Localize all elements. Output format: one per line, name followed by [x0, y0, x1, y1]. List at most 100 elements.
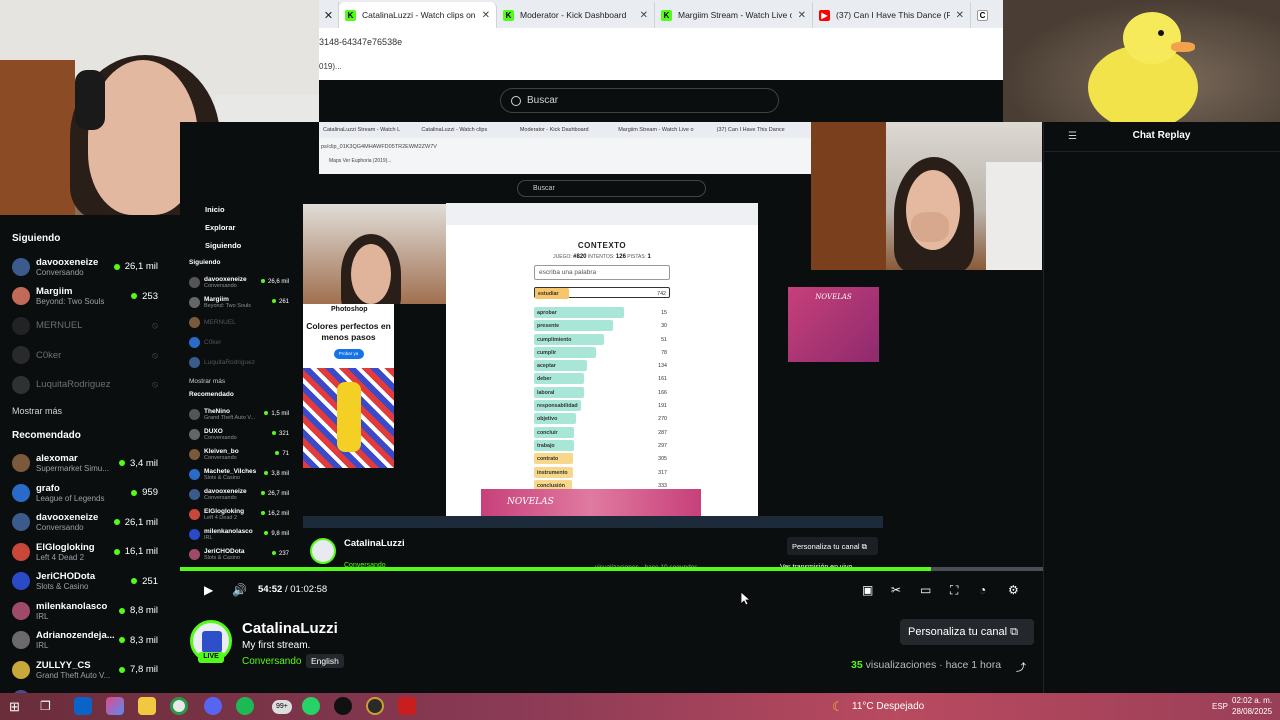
- channel-text: Kleiven_bo Conversando: [204, 448, 239, 461]
- kick-icon: K: [345, 9, 356, 21]
- close-icon[interactable]: ✕: [482, 10, 490, 21]
- obs-icon[interactable]: [366, 697, 384, 715]
- outlook-icon[interactable]: [74, 697, 92, 715]
- channel-text: alexomar Supermarket Simu...: [36, 453, 132, 473]
- customize-label: Personaliza tu canal: [908, 626, 1008, 638]
- tab-margiim[interactable]: K Margiim Stream - Watch Live o ✕: [655, 2, 813, 28]
- kick-icon: K: [503, 9, 514, 21]
- sidebar-channel[interactable]: grafo League of Legends 959: [12, 478, 180, 508]
- speed-icon[interactable]: ◔: [979, 583, 986, 597]
- guess-row: objetivo 270: [534, 413, 670, 425]
- play-icon[interactable]: ▶: [204, 583, 213, 597]
- tab-other[interactable]: C C: [971, 2, 999, 28]
- guess-word: contrato: [537, 456, 559, 463]
- sidebar-channel[interactable]: davooxeneize Conversando 26,1 mil: [12, 508, 180, 538]
- channel-category: Conversando: [204, 454, 237, 461]
- discord-icon[interactable]: [204, 697, 222, 715]
- theater-icon[interactable]: ▭: [920, 583, 931, 597]
- chat-menu-icon[interactable]: ☰: [1068, 131, 1077, 142]
- close-icon[interactable]: ✕: [640, 10, 648, 21]
- channel-category: Supermarket Simu...: [36, 464, 109, 474]
- guess-rank: 270: [658, 416, 667, 423]
- chat-panel: [1043, 122, 1280, 693]
- copilot-icon[interactable]: [106, 697, 124, 715]
- viewer-count: 7,8 mil: [119, 664, 158, 675]
- channel-text: milenkanolasco IRL: [204, 528, 253, 541]
- pip-icon[interactable]: ▣: [862, 583, 873, 597]
- app-icon[interactable]: [334, 697, 352, 715]
- tab-label: (37) Can I Have This Dance (Fro: [836, 10, 950, 20]
- progress-bar[interactable]: [180, 567, 1043, 571]
- clock[interactable]: 02:02 a. m. 28/08/2025: [1232, 695, 1272, 717]
- avatar: [189, 356, 200, 368]
- offline-icon: ⦸: [152, 320, 158, 331]
- task-view-icon[interactable]: ❐: [40, 699, 51, 713]
- show-more-link[interactable]: Mostrar más: [12, 406, 180, 416]
- fullscreen-icon[interactable]: ⛶: [950, 583, 958, 598]
- channel-text: JeriCHODota Slots & Casino: [36, 571, 132, 591]
- channel-category: Left 4 Dead 2: [204, 514, 238, 521]
- windows-start-icon[interactable]: ⊞: [9, 699, 20, 715]
- guess-word: presente: [537, 323, 560, 330]
- share-icon[interactable]: ⤴: [1016, 659, 1026, 674]
- channel-text: ZULLYY_CS Grand Theft Auto V...: [36, 660, 132, 680]
- channel-text: Machete_Vilches Slots & Casino: [204, 468, 256, 481]
- channel-name: JeriCHODota: [36, 571, 96, 583]
- language-indicator[interactable]: ESP: [1212, 702, 1228, 711]
- nested-channel: Margiim Beyond: Two Souls 261: [185, 292, 295, 312]
- volume-icon[interactable]: 🔊: [232, 583, 247, 597]
- address-bar[interactable]: 3148-64347e76538e: [319, 28, 1003, 56]
- guess-rank: 166: [658, 389, 667, 396]
- close-icon[interactable]: ✕: [798, 10, 806, 21]
- guess-row: contrato 305: [534, 453, 670, 465]
- stream-title: My first stream.: [242, 640, 311, 651]
- folder-icon[interactable]: [138, 697, 156, 715]
- weather-text[interactable]: 11°C Despejado: [852, 701, 924, 712]
- time-display: 54:52 / 01:02:58: [258, 584, 328, 595]
- viewer-count: 321: [272, 431, 289, 437]
- tab-catalina-clips[interactable]: K CatalinaLuzzi - Watch clips on K ✕: [339, 2, 497, 28]
- sidebar-channel[interactable]: ElGlogloking Left 4 Dead 2 16,1 mil: [12, 537, 180, 567]
- spotify-icon[interactable]: [236, 697, 254, 715]
- channel-text: C0ker: [36, 350, 132, 361]
- viewer-count: 261: [272, 299, 289, 305]
- sidebar-channel[interactable]: alexomar Supermarket Simu... 3,4 mil: [12, 449, 180, 479]
- chrome-icon[interactable]: [170, 697, 188, 715]
- bookmark-item[interactable]: 019)...: [319, 62, 342, 71]
- guess-row: concluir 287: [534, 426, 670, 438]
- sidebar-channel[interactable]: milenkanolasco IRL 8,8 mil: [12, 596, 180, 626]
- last-guess-row: estudiar 742: [534, 287, 670, 299]
- guess-word: objetivo: [537, 416, 558, 423]
- close-icon[interactable]: ✕: [956, 10, 964, 21]
- guess-word: aceptar: [537, 363, 556, 370]
- tab-close-icon[interactable]: ✕: [319, 2, 339, 28]
- word-input: escriba una palabra: [534, 265, 670, 280]
- viewer-count: 959: [131, 487, 158, 498]
- guess-word: cumplimiento: [537, 336, 572, 343]
- whatsapp-icon[interactable]: [302, 697, 320, 715]
- sidebar-channel[interactable]: LuquitaRodriguez ⦸: [12, 370, 180, 400]
- sidebar-channel[interactable]: davooxeneize Conversando 26,1 mil: [12, 252, 180, 282]
- sidebar-channel[interactable]: JeriCHODota Slots & Casino 251: [12, 567, 180, 597]
- tab-youtube[interactable]: ▶ (37) Can I Have This Dance (Fro ✕: [813, 2, 971, 28]
- language-badge[interactable]: English: [306, 654, 344, 668]
- recorder-icon[interactable]: [398, 697, 416, 715]
- tab-moderator[interactable]: K Moderator - Kick Dashboard ✕: [497, 2, 655, 28]
- gear-icon[interactable]: ⚙: [1008, 583, 1019, 597]
- sidebar-channel[interactable]: C0ker ⦸: [12, 341, 180, 371]
- customize-channel-button[interactable]: Personaliza tu canal ⧉: [900, 619, 1034, 645]
- channel-text: Margiim Beyond: Two Souls: [204, 296, 251, 309]
- channel-category: Conversando: [204, 434, 237, 441]
- channel-name[interactable]: CatalinaLuzzi: [242, 620, 338, 637]
- channel-name: LuquitaRodriguez: [36, 379, 111, 391]
- sidebar-channel[interactable]: Margiim Beyond: Two Souls 253: [12, 282, 180, 312]
- sidebar-channel[interactable]: MERNUEL ⦸: [12, 311, 180, 341]
- sidebar-channel[interactable]: Adrianozendeja... IRL 8,3 mil: [12, 626, 180, 656]
- guess-word: cumplir: [537, 349, 557, 356]
- stream-category[interactable]: Conversando: [242, 656, 301, 667]
- search-input[interactable]: Buscar: [500, 88, 779, 113]
- clip-icon[interactable]: ✂: [891, 583, 901, 597]
- sidebar-channel[interactable]: ZULLYY_CS Grand Theft Auto V... 7,8 mil: [12, 655, 180, 685]
- guess-word: instrumento: [537, 469, 568, 476]
- nested-channel: milenkanolasco IRL 9,8 mil: [185, 524, 295, 544]
